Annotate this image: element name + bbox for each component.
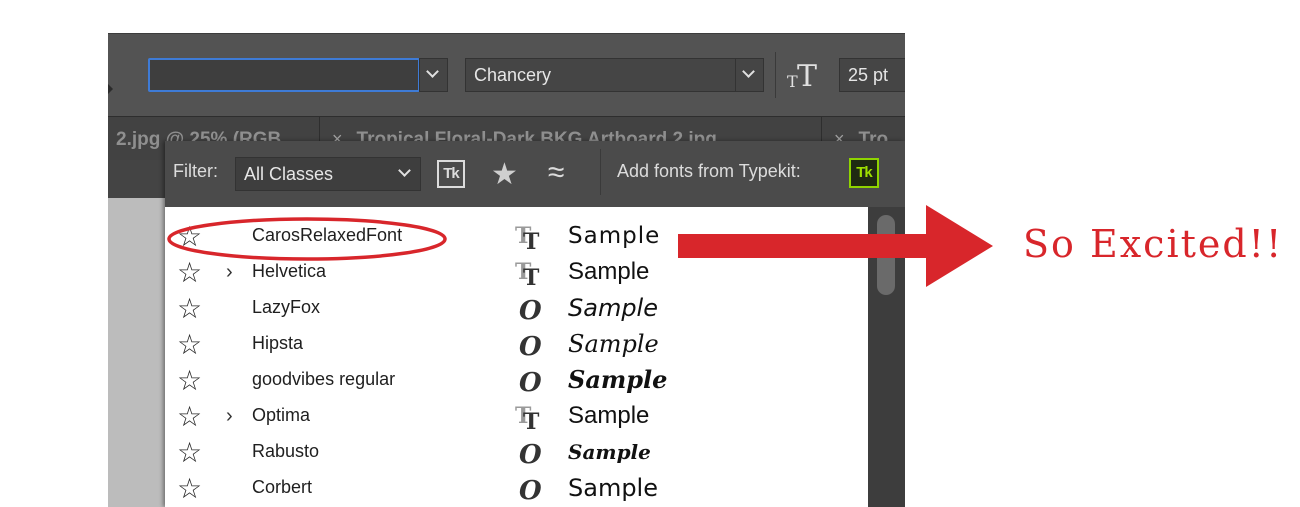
favorite-star-icon[interactable]: ☆ [177,437,202,469]
options-bar: Chancery T T 25 pt [108,33,905,117]
chevron-down-icon [426,65,439,78]
svg-text:T: T [797,59,817,92]
font-size-field[interactable]: 25 pt [839,58,905,92]
svg-text:O: O [519,476,542,503]
font-name: LazyFox [252,297,321,317]
font-row-rabusto[interactable]: ☆ Rabusto O Sample [165,435,868,471]
annotation-text: So Excited!! [1023,222,1284,266]
font-sample: Sample [568,365,668,394]
opentype-font-icon: O [519,332,542,359]
typekit-filter-icon: Tk [443,165,459,182]
font-sample: Sample [568,258,650,285]
font-list-panel: Filter: All Classes Tk ★ ≈ Add fonts fro… [165,141,905,507]
favorite-star-icon[interactable]: ☆ [177,365,202,397]
svg-text:O: O [519,332,542,359]
font-sample: Sample [568,294,658,322]
font-row-optima[interactable]: ☆ › Optima T T Sample [165,399,868,435]
panel-divider [600,149,601,195]
filter-class-select[interactable]: All Classes [235,157,421,191]
opentype-font-icon: O [519,368,542,395]
add-fonts-typekit-button[interactable]: Tk [849,158,879,188]
truetype-font-icon: T T [515,259,540,287]
truetype-font-icon: T T [515,403,540,431]
svg-text:O: O [519,440,542,467]
expand-chevron-right-icon[interactable]: › [226,403,233,429]
favorites-filter-star-icon[interactable]: ★ [491,160,518,190]
favorite-star-icon[interactable]: ☆ [177,293,202,325]
expand-chevron-right-icon[interactable]: › [226,259,233,285]
font-style-value: Chancery [474,65,552,85]
font-name: goodvibes regular [252,369,396,389]
filter-dropdown-button[interactable] [392,158,420,190]
red-arrow-annotation [678,205,993,287]
font-row-corbert[interactable]: ☆ Corbert O Sample [165,471,868,507]
opentype-font-icon: O [519,296,542,323]
font-name: Rabusto [252,441,320,461]
typekit-filter-button[interactable]: Tk [437,160,465,188]
favorite-star-icon[interactable]: ☆ [177,473,202,505]
filter-label: Filter: [173,161,218,181]
svg-text:O: O [519,368,542,395]
favorite-star-icon[interactable]: ☆ [177,329,202,361]
font-style-dropdown-button[interactable] [735,59,763,91]
font-row-goodvibes-regular[interactable]: ☆ goodvibes regular O Sample [165,363,868,399]
highlight-ellipse [167,217,447,261]
font-name: Helvetica [252,261,327,281]
font-size-icon: T T [787,59,817,92]
add-fonts-typekit-label: Add fonts from Typekit: [617,161,801,181]
font-name: Corbert [252,477,313,497]
font-style-select[interactable]: Chancery [465,58,764,92]
chevron-down-icon [398,164,411,177]
font-sample: Sample [568,402,650,429]
favorite-star-icon[interactable]: ☆ [177,401,202,433]
font-size-value: 25 pt [848,65,889,85]
svg-text:T: T [523,409,540,431]
font-name: Hipsta [252,333,304,353]
font-sample: Sample [568,223,661,249]
svg-text:O: O [519,296,542,323]
typekit-icon: Tk [856,164,872,181]
chevron-down-icon [742,65,755,78]
font-name: Optima [252,405,311,425]
opentype-font-icon: O [519,440,542,467]
svg-text:T: T [523,265,540,287]
toolbar-divider [775,52,776,98]
truetype-font-icon: T T [515,223,540,251]
opentype-font-icon: O [519,476,542,503]
font-sample: Sample [568,330,659,358]
filter-class-value: All Classes [244,164,334,184]
font-row-hipsta[interactable]: ☆ Hipsta O Sample [165,327,868,363]
font-family-input[interactable] [148,58,420,92]
font-row-lazyfox[interactable]: ☆ LazyFox O Sample [165,291,868,327]
svg-text:T: T [523,229,540,251]
canvas-document [108,198,168,507]
font-family-dropdown-button[interactable] [419,58,448,92]
font-sample: Sample [568,474,658,502]
font-sample: Sample [568,440,651,464]
similar-fonts-filter-icon[interactable]: ≈ [548,154,564,192]
tool-preset-edge-icon[interactable] [108,84,113,94]
